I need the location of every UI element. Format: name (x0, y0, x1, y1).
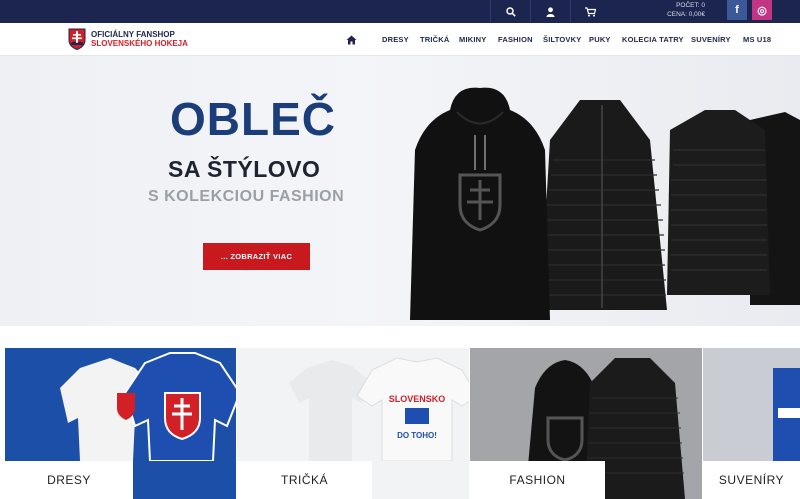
category-label-suveniry: SUVENÍRY (703, 461, 800, 499)
cart-price: CENA: 0,00€ (667, 11, 705, 18)
show-more-button[interactable]: ... ZOBRAZIŤ VIAC (203, 243, 310, 270)
category-tile-fashion[interactable]: FASHION (470, 348, 702, 499)
cart-button[interactable] (570, 0, 610, 23)
category-label-dresy: DRESY (5, 461, 133, 499)
category-tile-dresy[interactable]: DRESY (5, 348, 236, 499)
hero-banner: OBLEČ SA ŠTÝLOVO S KOLEKCIOU FASHION ...… (0, 56, 800, 326)
hero-tagline: S KOLEKCIOU FASHION (148, 188, 345, 205)
site-logo[interactable]: OFICIÁLNY FANSHOP SLOVENSKÉHO HOKEJA (68, 28, 188, 50)
top-bar: POČET: 0 CENA: 0,00€ f ◎ (0, 0, 800, 23)
tshirt-image: SLOVENSKO DO TOHO! (289, 357, 469, 461)
tshirt-print-line-2: DO TOHO! (397, 431, 437, 440)
fashion-collection-image (410, 87, 800, 320)
cart-count: POČET: 0 (676, 2, 705, 9)
category-tile-tricka[interactable]: SLOVENSKO DO TOHO! TRIČKÁ (237, 348, 469, 499)
jersey-image (60, 352, 236, 461)
nav-item-mikiny[interactable]: MIKINY (459, 23, 486, 56)
category-label-tricka: TRIČKÁ (237, 461, 372, 499)
user-icon (546, 6, 555, 17)
hero-subtitle: SA ŠTÝLOVO (168, 156, 321, 182)
logo-line-2: SLOVENSKÉHO HOKEJA (91, 39, 188, 48)
nav-item-fashion[interactable]: FASHION (498, 23, 533, 56)
account-button[interactable] (530, 0, 570, 23)
nav-item-siltovky[interactable]: ŠILTOVKY (543, 23, 581, 56)
search-icon (505, 6, 516, 17)
category-tile-suveniry[interactable]: SUVENÍRY (703, 348, 800, 499)
facebook-icon: f (735, 4, 739, 16)
instagram-link[interactable]: ◎ (752, 0, 772, 20)
logo-line-1: OFICIÁLNY FANSHOP (91, 30, 175, 39)
slovak-hockey-emblem-icon (68, 28, 86, 50)
main-navbar: OFICIÁLNY FANSHOP SLOVENSKÉHO HOKEJA DRE… (0, 23, 800, 56)
hero-title: OBLEČ (170, 93, 336, 145)
tshirt-print-line-1: SLOVENSKO (389, 394, 446, 404)
nav-item-kolekcia-tatry[interactable]: KOLECIA TATRY (622, 23, 684, 56)
nav-item-puky[interactable]: PUKY (589, 23, 611, 56)
cart-icon (585, 6, 596, 17)
search-button[interactable] (490, 0, 530, 23)
nav-item-tricka[interactable]: TRIČKÁ (420, 23, 450, 56)
nav-item-dresy[interactable]: DRESY (382, 23, 409, 56)
category-label-fashion: FASHION (470, 461, 605, 499)
instagram-icon: ◎ (757, 4, 767, 17)
facebook-link[interactable]: f (727, 0, 747, 20)
home-icon (346, 35, 357, 44)
nav-item-ms-u18[interactable]: MS U18 (743, 23, 771, 56)
nav-item-suveniry[interactable]: SUVENÍRY (691, 23, 731, 56)
nav-home[interactable] (346, 23, 360, 56)
cart-summary[interactable]: POČET: 0 CENA: 0,00€ (615, 1, 705, 19)
